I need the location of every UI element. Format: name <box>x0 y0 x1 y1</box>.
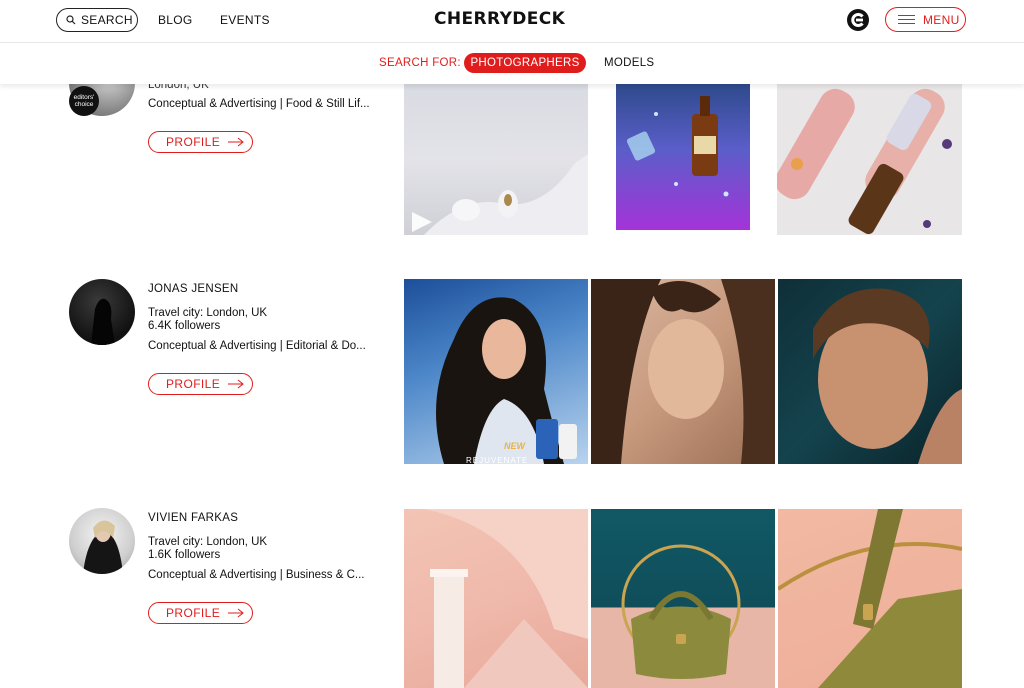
play-icon <box>412 212 432 232</box>
portfolio-image[interactable] <box>404 509 588 688</box>
brand-c-icon[interactable] <box>846 8 870 32</box>
followers-count: 1.6K followers <box>148 549 221 561</box>
search-filter-bar: SEARCH FOR: PHOTOGRAPHERS MODELS <box>0 42 1024 84</box>
top-header: SEARCH BLOG EVENTS CHERRYDECK MENU <box>0 0 1024 42</box>
specialty-tags: Conceptual & Advertising | Food & Still … <box>148 98 370 110</box>
location-text: Travel city: London, UK <box>148 307 268 319</box>
photographer-name[interactable]: JONAS JENSEN <box>148 283 239 295</box>
search-icon <box>66 15 76 25</box>
portfolio-image[interactable] <box>616 84 750 230</box>
portfolio-image[interactable] <box>404 84 588 235</box>
portfolio-image[interactable] <box>591 509 775 688</box>
profile-button[interactable]: PROFILE <box>148 373 253 395</box>
followers-count: 6.4K followers <box>148 320 221 332</box>
arrow-right-icon <box>228 608 244 618</box>
arrow-right-icon <box>228 137 244 147</box>
portfolio-image[interactable]: NEW REJUVENATE <box>404 279 588 464</box>
profile-button[interactable]: PROFILE <box>148 131 253 153</box>
hamburger-icon <box>898 12 915 27</box>
search-label: SEARCH <box>81 13 133 27</box>
profile-label: PROFILE <box>166 135 221 149</box>
photographer-name[interactable]: VIVIEN FARKAS <box>148 512 238 524</box>
specialty-tags: Conceptual & Advertising | Business & C.… <box>148 569 365 581</box>
menu-label: MENU <box>923 12 960 27</box>
search-button[interactable]: SEARCH <box>56 8 138 32</box>
location-text: Travel city: London, UK <box>148 536 268 548</box>
avatar[interactable] <box>69 508 135 574</box>
nav-blog[interactable]: BLOG <box>158 13 193 27</box>
profile-label: PROFILE <box>166 377 221 391</box>
menu-button[interactable]: MENU <box>885 7 966 32</box>
profile-button[interactable]: PROFILE <box>148 602 253 624</box>
portfolio-image[interactable] <box>777 84 962 235</box>
site-logo[interactable]: CHERRYDECK <box>434 9 565 29</box>
avatar[interactable] <box>69 279 135 345</box>
nav-events[interactable]: EVENTS <box>220 13 270 27</box>
filter-models[interactable]: MODELS <box>604 57 654 69</box>
portfolio-image[interactable] <box>778 509 962 688</box>
portfolio-image[interactable] <box>778 279 962 464</box>
filter-label: SEARCH FOR: <box>379 57 461 69</box>
filter-photographers[interactable]: PHOTOGRAPHERS <box>464 53 586 73</box>
editors-choice-badge: editors' choice <box>69 86 99 116</box>
portfolio-image[interactable] <box>591 279 775 464</box>
specialty-tags: Conceptual & Advertising | Editorial & D… <box>148 340 366 352</box>
arrow-right-icon <box>228 379 244 389</box>
profile-label: PROFILE <box>166 606 221 620</box>
ad-new-label: NEW <box>504 441 525 451</box>
ad-caption: REJUVENATE <box>466 456 529 464</box>
